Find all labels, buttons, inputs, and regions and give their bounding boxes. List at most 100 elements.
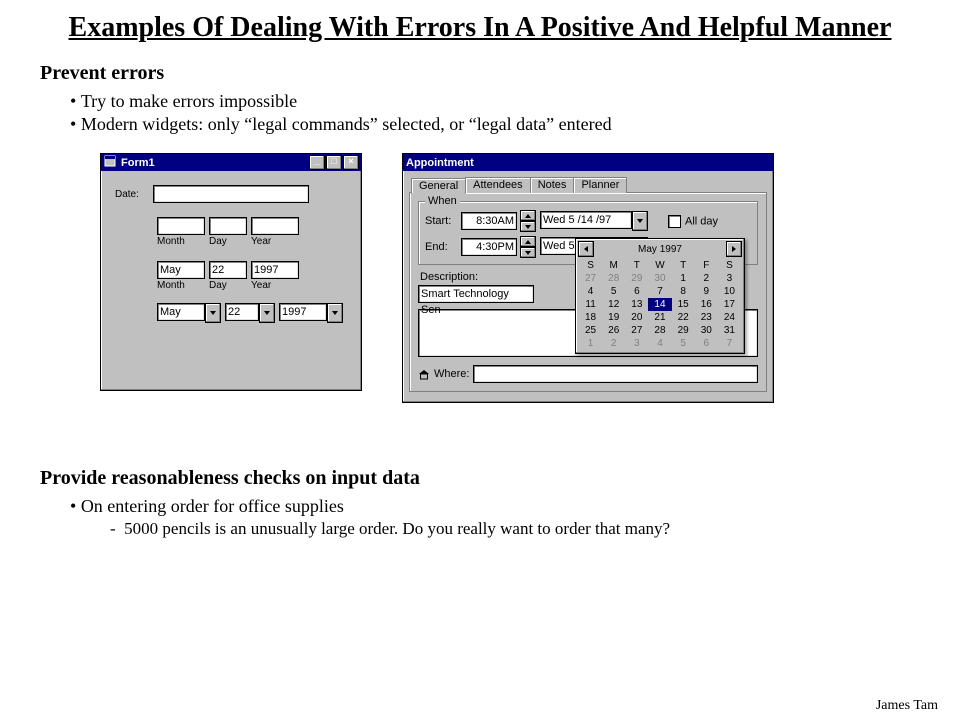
calendar-day[interactable]: 29 [672, 324, 695, 337]
year-field-2[interactable]: 1997 [251, 261, 299, 279]
description-label: Description: [420, 271, 478, 283]
close-button[interactable]: × [343, 155, 359, 170]
maximize-button[interactable]: □ [326, 155, 342, 170]
appointment-tabs: General Attendees Notes Planner [411, 177, 767, 193]
month-field-2[interactable]: May [157, 261, 205, 279]
calendar-dow: W [648, 259, 671, 272]
start-time-field[interactable]: 8:30AM [461, 212, 517, 230]
section-prevent-heading: Prevent errors [40, 62, 920, 85]
calendar-day[interactable]: 9 [695, 285, 718, 298]
calendar-day[interactable]: 11 [579, 298, 602, 311]
chevron-down-icon[interactable] [327, 303, 343, 323]
date-label: Date: [115, 189, 153, 200]
day-field-2[interactable]: 22 [209, 261, 247, 279]
calendar-day-other[interactable]: 2 [602, 337, 625, 350]
calendar-day[interactable]: 6 [625, 285, 648, 298]
where-label: Where: [434, 368, 469, 380]
month-field-1[interactable] [157, 217, 205, 235]
minimize-button[interactable]: _ [309, 155, 325, 170]
tab-attendees[interactable]: Attendees [465, 177, 531, 193]
calendar-next-button[interactable] [726, 241, 742, 257]
calendar-day-other[interactable]: 6 [695, 337, 718, 350]
start-date-field[interactable]: Wed 5 /14 /97 [540, 211, 632, 229]
tab-planner[interactable]: Planner [573, 177, 627, 193]
section-checks-heading: Provide reasonableness checks on input d… [40, 467, 920, 490]
calendar-day[interactable]: 2 [695, 272, 718, 285]
description-field[interactable]: Smart Technology Sen [418, 285, 534, 303]
chevron-down-icon[interactable] [205, 303, 221, 323]
day-label-2: Day [209, 280, 247, 291]
calendar-day[interactable]: 18 [579, 311, 602, 324]
calendar-day[interactable]: 14 [648, 298, 671, 311]
tab-notes[interactable]: Notes [530, 177, 575, 193]
calendar-popup: May 1997 SMTWTFS272829301234567891011121… [575, 238, 745, 354]
calendar-day-other[interactable]: 1 [579, 337, 602, 350]
spin-up-icon[interactable] [520, 210, 536, 221]
calendar-day[interactable]: 3 [718, 272, 741, 285]
calendar-day[interactable]: 10 [718, 285, 741, 298]
calendar-day[interactable]: 1 [672, 272, 695, 285]
calendar-day-other[interactable]: 27 [579, 272, 602, 285]
calendar-day-other[interactable]: 3 [625, 337, 648, 350]
calendar-day[interactable]: 4 [579, 285, 602, 298]
calendar-dow: T [625, 259, 648, 272]
calendar-dow: F [695, 259, 718, 272]
calendar-day[interactable]: 19 [602, 311, 625, 324]
calendar-day[interactable]: 16 [695, 298, 718, 311]
spin-up-icon[interactable] [520, 236, 536, 247]
month-combo[interactable]: May [157, 303, 221, 323]
calendar-dow: S [718, 259, 741, 272]
allday-checkbox[interactable]: All day [668, 215, 718, 228]
chevron-down-icon[interactable] [259, 303, 275, 323]
calendar-day[interactable]: 20 [625, 311, 648, 324]
calendar-day[interactable]: 17 [718, 298, 741, 311]
form1-titlebar[interactable]: Form1 _ □ × [101, 154, 361, 171]
day-combo[interactable]: 22 [225, 303, 275, 323]
day-field-1[interactable] [209, 217, 247, 235]
page-title: Examples Of Dealing With Errors In A Pos… [40, 12, 920, 44]
calendar-day[interactable]: 26 [602, 324, 625, 337]
calendar-day-other[interactable]: 7 [718, 337, 741, 350]
calendar-day[interactable]: 8 [672, 285, 695, 298]
calendar-day[interactable]: 13 [625, 298, 648, 311]
where-field[interactable] [473, 365, 758, 383]
home-icon [418, 369, 430, 380]
footer-author: James Tam [876, 698, 938, 714]
end-time-field[interactable]: 4:30PM [461, 238, 517, 256]
calendar-day[interactable]: 31 [718, 324, 741, 337]
calendar-day-other[interactable]: 28 [602, 272, 625, 285]
calendar-day[interactable]: 5 [602, 285, 625, 298]
calendar-month-label: May 1997 [638, 244, 682, 255]
spin-down-icon[interactable] [520, 221, 536, 232]
year-combo[interactable]: 1997 [279, 303, 343, 323]
form-icon [104, 155, 116, 170]
calendar-day[interactable]: 28 [648, 324, 671, 337]
date-field[interactable] [153, 185, 309, 203]
calendar-day-other[interactable]: 4 [648, 337, 671, 350]
calendar-day[interactable]: 15 [672, 298, 695, 311]
year-label-1: Year [251, 236, 299, 247]
calendar-day-other[interactable]: 29 [625, 272, 648, 285]
bullet-prevent-2: Modern widgets: only “legal commands” se… [70, 114, 920, 135]
appointment-titlebar[interactable]: Appointment [403, 154, 773, 171]
form1-window: Form1 _ □ × Date: Month Day Year [100, 153, 362, 391]
calendar-day[interactable]: 22 [672, 311, 695, 324]
calendar-dow: T [672, 259, 695, 272]
calendar-dow: S [579, 259, 602, 272]
calendar-day[interactable]: 23 [695, 311, 718, 324]
calendar-day[interactable]: 12 [602, 298, 625, 311]
bullet-prevent-1: Try to make errors impossible [70, 91, 920, 112]
tab-general[interactable]: General [411, 178, 466, 194]
calendar-day[interactable]: 24 [718, 311, 741, 324]
calendar-prev-button[interactable] [578, 241, 594, 257]
calendar-day[interactable]: 27 [625, 324, 648, 337]
calendar-day-other[interactable]: 5 [672, 337, 695, 350]
year-field-1[interactable] [251, 217, 299, 235]
calendar-day[interactable]: 25 [579, 324, 602, 337]
chevron-down-icon[interactable] [632, 211, 648, 231]
calendar-day-other[interactable]: 30 [648, 272, 671, 285]
calendar-day[interactable]: 30 [695, 324, 718, 337]
calendar-day[interactable]: 21 [648, 311, 671, 324]
calendar-day[interactable]: 7 [648, 285, 671, 298]
spin-down-icon[interactable] [520, 247, 536, 258]
